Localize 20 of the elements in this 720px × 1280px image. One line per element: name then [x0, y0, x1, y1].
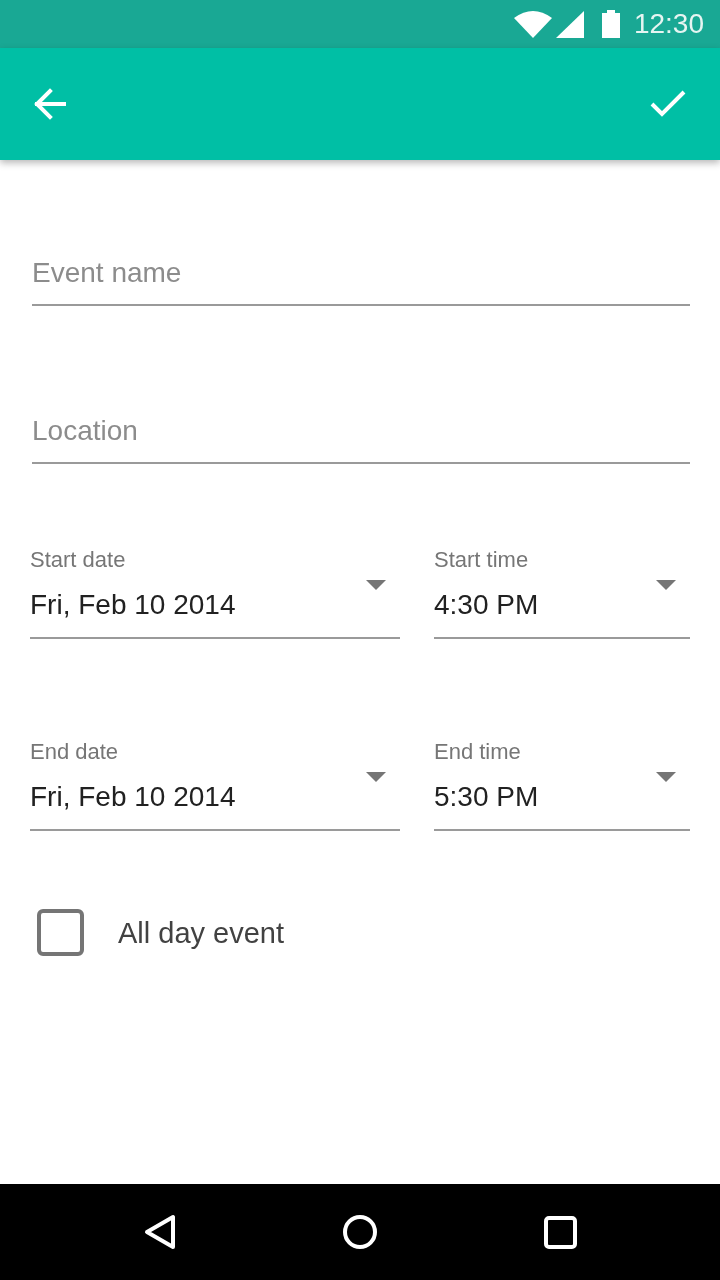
text-input-field[interactable]: Event name: [32, 246, 690, 306]
wifi-icon: [513, 10, 552, 38]
home-icon[interactable]: [343, 1215, 377, 1249]
back-icon[interactable]: [144, 1214, 176, 1250]
text-input-field[interactable]: Location: [32, 404, 690, 464]
battery-icon: [601, 10, 620, 38]
date-dropdown[interactable]: End date Fri, Feb 10 2014: [30, 739, 400, 831]
checkbox-label[interactable]: All day event: [118, 914, 285, 951]
checkbox[interactable]: [37, 909, 84, 956]
dropdown-caret-icon: [366, 580, 386, 590]
recents-icon[interactable]: [543, 1215, 577, 1249]
dropdown-caret-icon: [366, 772, 386, 782]
time-dropdown[interactable]: End time 5:30 PM: [434, 739, 690, 831]
time-dropdown[interactable]: Start time 4:30 PM: [434, 547, 690, 639]
dropdown-caret-icon: [656, 772, 676, 782]
date-dropdown[interactable]: Start date Fri, Feb 10 2014: [30, 547, 400, 639]
signal-icon: [555, 10, 584, 38]
dropdown-caret-icon: [656, 580, 676, 590]
check-icon[interactable]: [650, 90, 686, 118]
status-time: 12:30: [633, 8, 704, 40]
